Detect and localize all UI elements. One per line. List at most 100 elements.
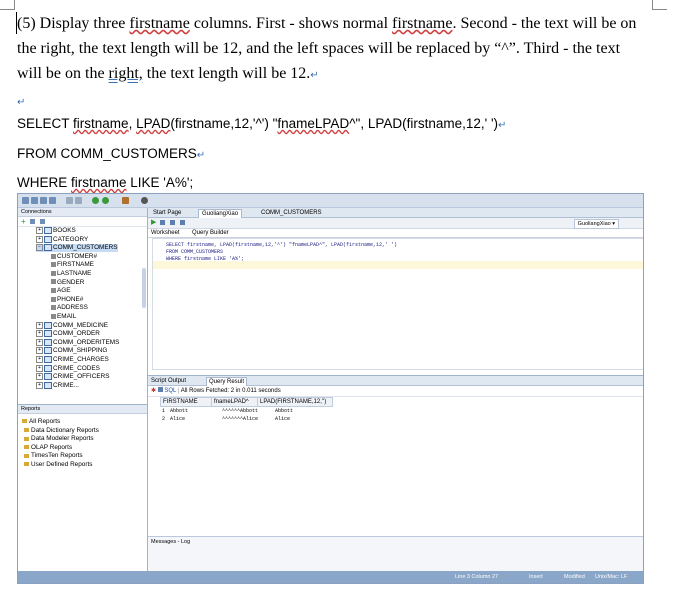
save-icon[interactable] bbox=[40, 197, 47, 204]
paragraph-mark-icon: ↵ bbox=[17, 97, 26, 108]
sql-developer-screenshot: Connections + + BOOKS + CATEGORY − COMM_CUSTO… bbox=[17, 193, 644, 584]
expand-icon[interactable]: + bbox=[36, 227, 43, 234]
tree-item[interactable]: FIRSTNAME bbox=[51, 261, 94, 269]
tree-item[interactable]: + COMM_MEDICINE bbox=[36, 321, 108, 330]
undo-icon[interactable] bbox=[66, 197, 73, 204]
table-cell[interactable]: ^^^^^^^Alice bbox=[222, 415, 258, 423]
rollback-icon[interactable] bbox=[180, 220, 185, 225]
table-cell[interactable]: Alice bbox=[275, 415, 290, 423]
sql-text: SELECT bbox=[17, 116, 74, 131]
table-cell[interactable]: Abbott bbox=[275, 407, 293, 415]
expand-icon[interactable]: + bbox=[36, 347, 43, 355]
report-item[interactable]: All Reports bbox=[22, 418, 60, 426]
folder-icon bbox=[24, 436, 29, 441]
tree-item[interactable]: AGE bbox=[51, 287, 71, 295]
table-icon bbox=[44, 373, 52, 381]
tab-comm-customers[interactable]: COMM_CUSTOMERS bbox=[258, 209, 325, 217]
forward-icon[interactable] bbox=[102, 197, 109, 204]
new-icon[interactable] bbox=[22, 197, 29, 204]
expand-icon[interactable]: + bbox=[36, 364, 43, 372]
report-item[interactable]: Data Modeler Reports bbox=[24, 435, 94, 443]
column-header[interactable]: fnameLPAD^ bbox=[211, 397, 258, 407]
expand-icon[interactable]: + bbox=[36, 330, 43, 338]
subtab-query-builder[interactable]: Query Builder bbox=[192, 229, 229, 237]
connection-selector[interactable]: GuoliangXiao ▾ bbox=[573, 219, 619, 229]
report-item[interactable]: User Defined Reports bbox=[24, 461, 92, 469]
folder-icon bbox=[24, 445, 29, 450]
tree-item[interactable]: + BOOKS bbox=[36, 227, 76, 235]
tab-start-page[interactable]: Start Page bbox=[150, 209, 184, 217]
sql-editor[interactable]: SELECT firstname, LPAD(firstname,12,'^')… bbox=[152, 238, 643, 370]
collapse-icon[interactable]: − bbox=[36, 244, 43, 252]
expand-icon[interactable]: + bbox=[36, 373, 43, 381]
debug-icon[interactable] bbox=[122, 197, 129, 204]
tree-item[interactable]: + COMM_ORDERITEMS bbox=[36, 338, 119, 347]
tab-query-result[interactable]: Query Result bbox=[206, 377, 248, 386]
save-all-icon[interactable] bbox=[49, 197, 56, 204]
tab-script-output[interactable]: Script Output bbox=[151, 377, 186, 385]
tree-scrollbar[interactable] bbox=[142, 268, 146, 308]
report-item[interactable]: OLAP Reports bbox=[24, 444, 72, 452]
tree-item[interactable]: + CATEGORY bbox=[36, 235, 88, 244]
report-item[interactable]: Data Dictionary Reports bbox=[24, 427, 99, 435]
status-position: Line 3 Column 27 bbox=[455, 574, 499, 580]
q-word: firstname bbox=[129, 15, 190, 32]
refresh-icon[interactable] bbox=[30, 219, 35, 224]
column-icon bbox=[51, 288, 56, 293]
tree-item-label: ADDRESS bbox=[57, 304, 88, 312]
tree-item[interactable]: EMAIL bbox=[51, 313, 76, 321]
redo-icon[interactable] bbox=[75, 197, 82, 204]
expand-icon[interactable]: + bbox=[36, 356, 43, 363]
subtab-worksheet[interactable]: Worksheet bbox=[151, 229, 180, 237]
back-icon[interactable] bbox=[92, 197, 99, 204]
tree-item[interactable]: CUSTOMER# bbox=[51, 253, 97, 261]
tree-item[interactable]: + CRIME_OFFICERS bbox=[36, 373, 109, 381]
q-word: firstname bbox=[392, 15, 453, 32]
tree-item[interactable]: + COMM_SHIPPING bbox=[36, 347, 107, 355]
report-item-label: User Defined Reports bbox=[31, 461, 93, 468]
paragraph-mark-icon: ↵ bbox=[196, 150, 206, 161]
tree-item[interactable]: − COMM_CUSTOMERS bbox=[36, 244, 118, 253]
column-header[interactable]: FIRSTNAME bbox=[160, 397, 212, 407]
connection-selector-label: GuoliangXiao bbox=[577, 221, 611, 227]
run-statement-icon[interactable]: ▶ bbox=[151, 219, 156, 226]
filter-icon[interactable] bbox=[40, 219, 45, 224]
table-cell[interactable]: ^^^^^^Abbott bbox=[222, 407, 258, 415]
tree-item[interactable]: + CRIME_CODES bbox=[36, 364, 100, 373]
table-cell[interactable]: Alice bbox=[170, 415, 185, 423]
expand-icon[interactable]: + bbox=[36, 235, 43, 243]
tree-item[interactable]: + CRIME_CHARGES bbox=[36, 356, 109, 364]
sql-link[interactable]: SQL bbox=[164, 388, 176, 394]
commit-icon[interactable] bbox=[170, 220, 175, 225]
messages-log-label: Messages - Log bbox=[151, 539, 191, 545]
reports-panel: Reports All Reports Data Dictionary Repor… bbox=[18, 404, 147, 572]
tree-item[interactable]: + COMM_ORDER bbox=[36, 330, 100, 338]
expand-icon[interactable]: + bbox=[36, 381, 43, 389]
export-icon[interactable] bbox=[157, 387, 163, 392]
pin-icon[interactable]: ✱ bbox=[151, 388, 156, 394]
editor-tabs: Start Page GuoliangXiao COMM_CUSTOMERS bbox=[148, 208, 643, 218]
open-icon[interactable] bbox=[31, 197, 38, 204]
expand-icon[interactable]: + bbox=[36, 321, 43, 329]
tree-item[interactable]: GENDER bbox=[51, 279, 84, 287]
report-item[interactable]: TimesTen Reports bbox=[24, 452, 83, 460]
expand-icon[interactable]: + bbox=[36, 338, 43, 346]
tab-guoliangxiao[interactable]: GuoliangXiao bbox=[198, 209, 243, 218]
tree-item[interactable]: PHONE# bbox=[51, 296, 83, 304]
worksheet-toolbar: ▶ GuoliangXiao ▾ bbox=[148, 218, 643, 229]
monitor-icon[interactable] bbox=[141, 197, 148, 204]
tree-item[interactable]: LASTNAME bbox=[51, 270, 91, 278]
ide-toolbar bbox=[18, 194, 643, 208]
tree-item[interactable]: + CRIME... bbox=[36, 381, 79, 390]
add-connection-icon[interactable]: + bbox=[21, 217, 26, 226]
status-insert-mode: Insert bbox=[529, 574, 543, 580]
run-script-icon[interactable] bbox=[160, 220, 165, 225]
tree-item[interactable]: ADDRESS bbox=[51, 304, 88, 312]
tree-item-label: COMM_CUSTOMERS bbox=[53, 244, 118, 252]
connections-header: Connections bbox=[18, 208, 147, 217]
code-line: SELECT firstname, LPAD(firstname,12,'^')… bbox=[166, 242, 398, 248]
table-cell[interactable]: Abbott bbox=[170, 407, 188, 415]
results-panel: Script Output Query Result ✱ SQL | All R… bbox=[148, 375, 643, 536]
column-header[interactable]: LPAD(FIRSTNAME,12,'') bbox=[257, 397, 333, 407]
page-corner-mark-left bbox=[0, 0, 15, 10]
